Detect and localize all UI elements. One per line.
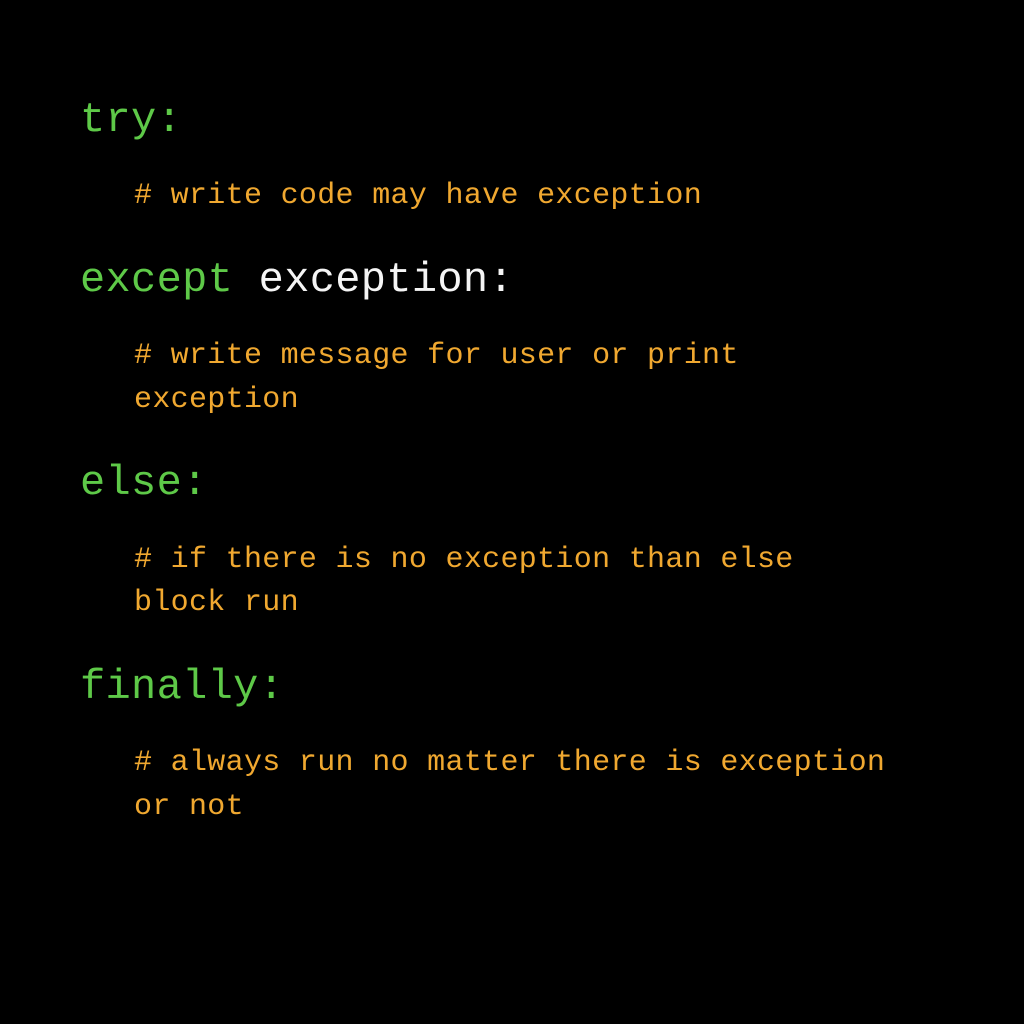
finally-section: finally: # always run no matter there is… xyxy=(80,662,944,829)
finally-keyword: finally xyxy=(80,663,259,711)
try-comment: # write code may have exception xyxy=(80,175,900,219)
except-colon: : xyxy=(488,256,514,304)
code-block: try: # write code may have exception exc… xyxy=(80,95,944,829)
except-keyword-line: except exception: xyxy=(80,255,944,305)
finally-colon: : xyxy=(259,663,285,711)
finally-keyword-line: finally: xyxy=(80,662,944,712)
else-section: else: # if there is no exception than el… xyxy=(80,458,944,625)
finally-comment: # always run no matter there is exceptio… xyxy=(80,742,900,829)
else-keyword: else xyxy=(80,459,182,507)
else-keyword-line: else: xyxy=(80,458,944,508)
except-identifier: exception xyxy=(233,256,488,304)
try-keyword: try xyxy=(80,96,157,144)
try-section: try: # write code may have exception xyxy=(80,95,944,219)
else-comment: # if there is no exception than else blo… xyxy=(80,539,900,626)
except-keyword: except xyxy=(80,256,233,304)
else-colon: : xyxy=(182,459,208,507)
try-colon: : xyxy=(157,96,183,144)
try-keyword-line: try: xyxy=(80,95,944,145)
except-section: except exception: # write message for us… xyxy=(80,255,944,422)
except-comment: # write message for user or print except… xyxy=(80,335,900,422)
